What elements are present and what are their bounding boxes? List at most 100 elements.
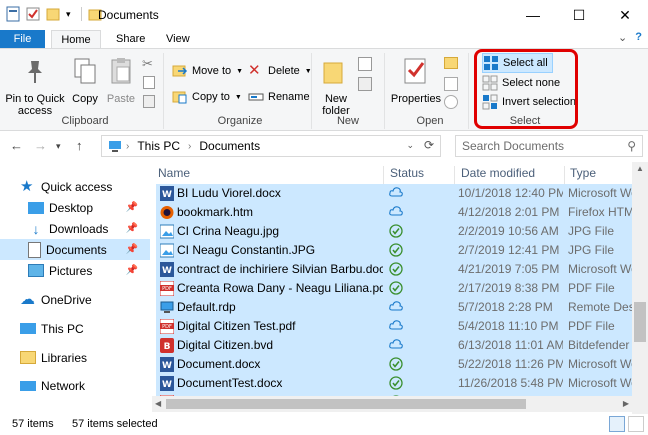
new-folder-button[interactable]: New folder [318,55,354,117]
vertical-scrollbar[interactable]: ▲ [632,162,648,414]
refresh-icon[interactable]: ⟳ [424,138,434,152]
tab-share[interactable]: Share [108,30,153,49]
sidebar-item-downloads[interactable]: ↓ Downloads 📌 [0,218,150,239]
table-row[interactable]: W Document.docx 5/22/2018 11:26 PM Microsof… [156,355,632,374]
breadcrumb-chevron-icon[interactable]: › [188,141,191,152]
pictures-icon [28,264,44,277]
vertical-scroll-thumb[interactable] [634,302,646,342]
file-type: JPG File [568,243,615,257]
properties-check-icon[interactable] [26,6,40,22]
search-icon[interactable]: ⚲ [627,139,636,153]
horizontal-scrollbar[interactable]: ◀ ▶ [152,396,632,412]
sidebar-label: Pictures [49,263,93,278]
help-icon[interactable]: ? [635,31,642,44]
horizontal-scroll-thumb[interactable] [166,399,526,409]
table-row[interactable]: bookmark.htm 4/12/2018 2:01 PM Firefox HTM… [156,203,632,222]
new-folder-icon[interactable] [46,6,60,22]
address-dropdown-icon[interactable]: ⌄ [406,140,414,151]
breadcrumb-documents[interactable]: Documents [199,139,260,153]
table-row[interactable]: Wcontract de inchiriere Silvian Barbu.do… [156,260,632,279]
firefox-file-icon [160,205,174,220]
rename-button[interactable]: Rename [248,87,310,107]
search-input[interactable]: Search Documents ⚲ [455,135,643,157]
desktop-icon [28,201,44,214]
new-folder-label: New folder [322,93,350,117]
pin-icon[interactable]: 📌 [126,244,138,255]
copy-to-button[interactable]: Copy to ▼ [172,87,242,107]
tab-home[interactable]: Home [51,30,101,49]
history-icon[interactable] [444,95,458,109]
file-explorer-icon[interactable] [6,6,20,22]
window-title: Documents [98,8,159,22]
breadcrumb-this-pc[interactable]: This PC [137,139,180,153]
minimize-button[interactable]: — [510,0,556,30]
collapse-ribbon-icon[interactable]: ⌄ [618,31,627,44]
address-bar[interactable]: › This PC › Documents ⌄ ⟳ [101,135,441,157]
properties-button[interactable]: Properties [390,55,442,105]
sidebar-item-libraries[interactable]: Libraries [0,347,150,368]
column-header-date[interactable]: Date modified [461,166,535,180]
rename-label: Rename [268,91,310,103]
paste-button[interactable]: Paste [104,55,138,105]
table-row[interactable]: PDF Creanta Rowa Dany - Neagu Liliana.pdf… [156,279,632,298]
delete-x-icon: ✕ [248,62,261,79]
up-arrow-icon[interactable]: ↑ [76,138,83,153]
forward-arrow-icon[interactable]: → [34,138,47,153]
recent-locations-icon[interactable]: ▾ [56,141,61,152]
search-placeholder: Search Documents [462,139,565,153]
file-type: PDF File [568,319,615,333]
edit-icon[interactable] [444,77,458,91]
pin-icon[interactable]: 📌 [126,265,138,276]
scroll-left-icon[interactable]: ◀ [155,399,161,408]
table-row[interactable]: CI Crina Neagu.jpg 2/2/2019 10:56 AM JPG F… [156,222,632,241]
table-row[interactable]: W BI Ludu Viorel.docx 10/1/2018 12:40 PM Mi… [156,184,632,203]
table-row[interactable]: CI Neagu Constantin.JPG 2/7/2019 12:41 PM… [156,241,632,260]
column-header-name[interactable]: Name [158,166,190,180]
open-icon[interactable] [444,57,458,69]
table-row[interactable]: Default.rdp 5/7/2018 2:28 PM Remote Deskt [156,298,632,317]
paste-shortcut-icon[interactable] [143,95,155,108]
pin-icon[interactable]: 📌 [126,223,138,234]
column-header-type[interactable]: Type [570,166,596,180]
file-date: 11/26/2018 5:48 PM [458,376,563,390]
scroll-right-icon[interactable]: ▶ [623,399,629,408]
table-row[interactable]: B Digital Citizen.bvd 6/13/2018 11:01 AM Bi… [156,336,632,355]
table-row[interactable]: W DocumentTest.docx 11/26/2018 5:48 PM Micr… [156,374,632,393]
sidebar-item-onedrive[interactable]: ☁ OneDrive [0,289,150,310]
scroll-up-icon[interactable]: ▲ [636,164,644,173]
table-row[interactable]: PDF Digital Citizen Test.pdf 5/4/2018 11:1… [156,317,632,336]
maximize-button[interactable]: ☐ [556,0,602,30]
qat-dropdown-icon[interactable]: ▾ [66,9,71,20]
new-item-icon[interactable] [358,57,372,71]
copy-button[interactable]: Copy [68,55,102,105]
column-header-status[interactable]: Status [390,166,424,180]
word-file-icon: W [160,357,174,372]
move-to-button[interactable]: Move to ▼ [172,61,243,81]
easy-access-icon[interactable] [358,77,372,91]
sidebar-item-desktop[interactable]: Desktop 📌 [0,197,150,218]
breadcrumb-chevron-icon[interactable]: › [126,141,129,152]
file-type: JPG File [568,224,615,238]
delete-button[interactable]: ✕ Delete ▼ [248,61,312,81]
pin-to-quick-access-button[interactable]: Pin to Quick access [4,55,66,117]
tab-view[interactable]: View [158,30,198,49]
separator [384,53,385,129]
tab-file[interactable]: File [0,30,45,49]
sidebar-item-pictures[interactable]: Pictures 📌 [0,260,150,281]
synced-check-icon [389,357,409,374]
sidebar-item-this-pc[interactable]: This PC [0,318,150,339]
file-type: Firefox HTML [568,205,632,219]
star-icon: ★ [20,177,34,195]
file-date: 6/13/2018 11:01 AM [458,338,563,352]
close-button[interactable]: ✕ [602,0,648,30]
sidebar-item-quick-access[interactable]: ★ Quick access [0,176,150,197]
details-view-icon[interactable] [609,416,625,432]
cut-icon[interactable]: ✂ [142,56,153,72]
sidebar-item-documents[interactable]: Documents 📌 [0,239,150,260]
pin-icon[interactable]: 📌 [126,202,138,213]
large-icons-view-icon[interactable] [628,416,644,432]
copy-path-icon[interactable] [143,76,155,89]
back-arrow-icon[interactable]: ← [10,138,23,153]
sidebar-item-network[interactable]: Network [0,375,150,396]
word-file-icon: W [160,376,174,391]
